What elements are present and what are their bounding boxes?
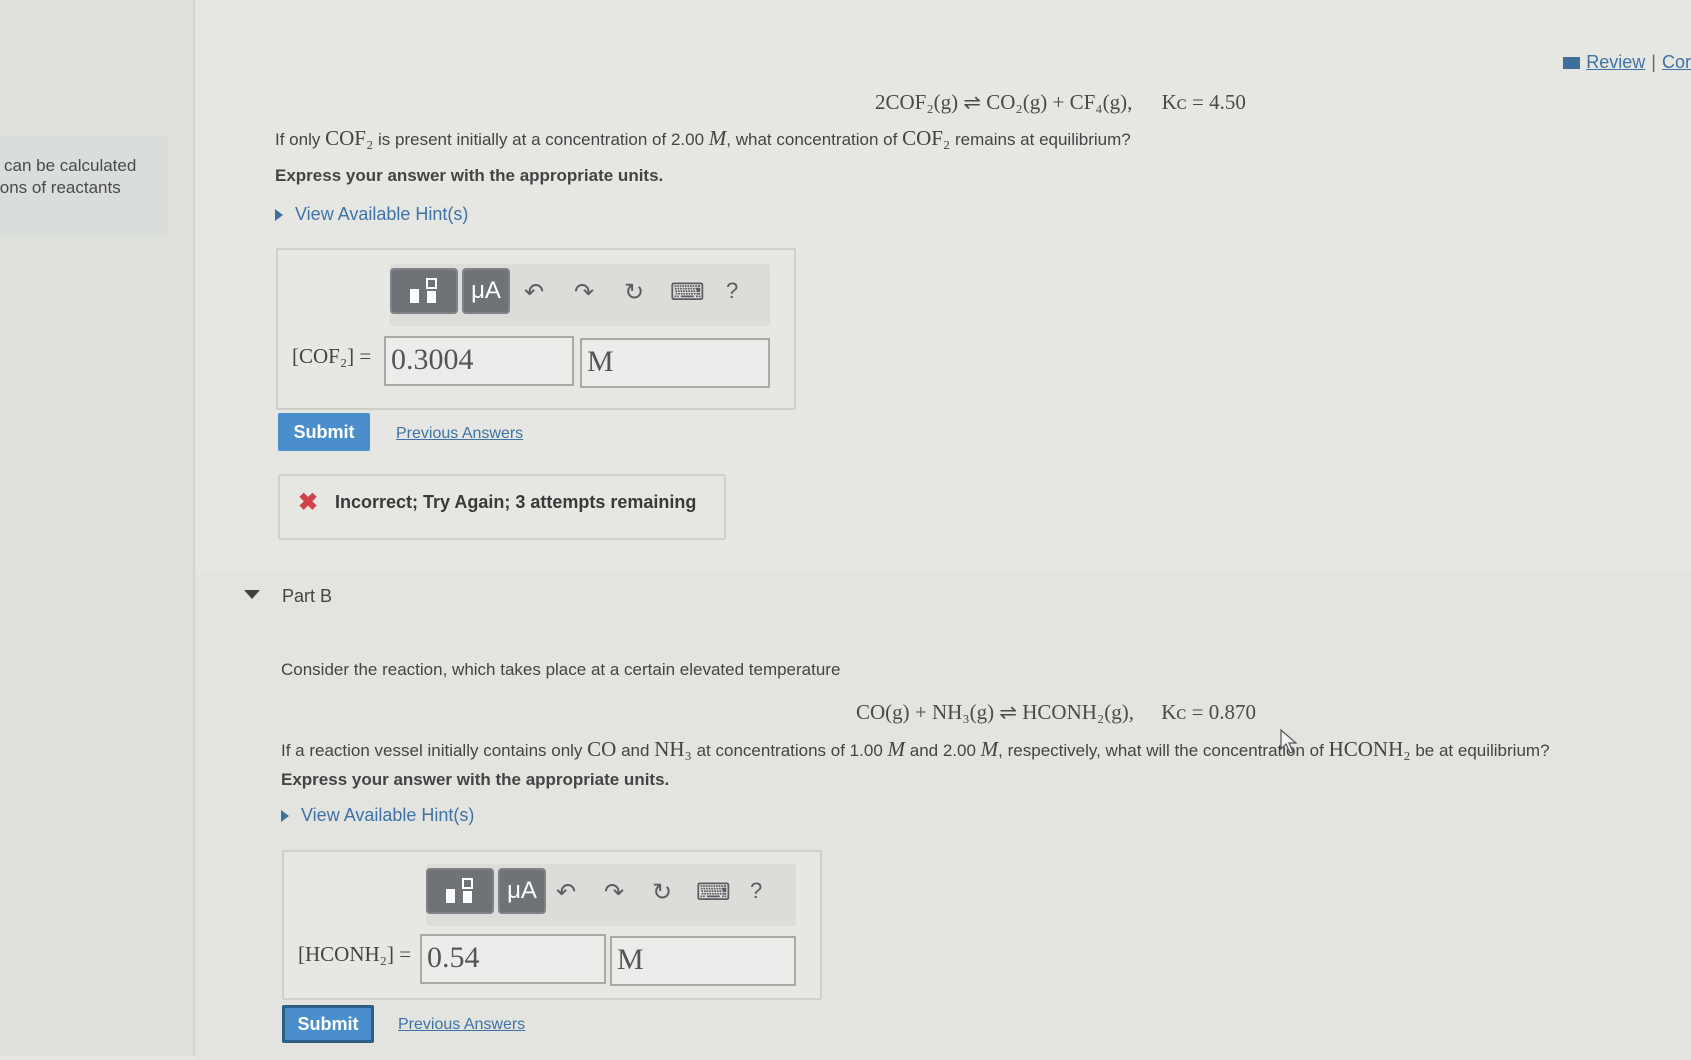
part-b-equation: CO(g) + NH₃(g) ⇌ HCONH₂(g), Kᴄ = 0.870 bbox=[856, 700, 1256, 725]
left-note-line2: ions of reactants bbox=[0, 178, 121, 197]
answer-unit-field[interactable]: M bbox=[610, 936, 796, 986]
templates-button[interactable] bbox=[390, 268, 458, 314]
review-link[interactable]: Review bbox=[1586, 52, 1645, 72]
mouse-cursor-icon bbox=[1280, 729, 1298, 754]
link-separator: | bbox=[1651, 52, 1656, 72]
templates-icon bbox=[410, 278, 437, 303]
kc-value: Kᴄ = 4.50 bbox=[1161, 90, 1246, 114]
part-a-question: If only COF₂ is present initially at a c… bbox=[275, 126, 1131, 151]
part-b-title[interactable]: Part B bbox=[282, 586, 332, 607]
answer-value-field[interactable]: 0.3004 bbox=[384, 336, 574, 386]
feedback-text: Incorrect; Try Again; 3 attempts remaini… bbox=[335, 492, 697, 512]
q-species: CO bbox=[587, 737, 617, 761]
chevron-down-icon[interactable] bbox=[244, 590, 260, 599]
q-text: If a reaction vessel initially contains … bbox=[281, 741, 583, 760]
part-b-instruction: Express your answer with the appropriate… bbox=[281, 770, 670, 789]
part-b-intro: Consider the reaction, which takes place… bbox=[281, 660, 841, 679]
units-icon: μA bbox=[507, 877, 537, 904]
q-text: and 2.00 bbox=[909, 741, 976, 760]
part-a-equation: 2COF₂(g) ⇌ CO₂(g) + CF₄(g), Kᴄ = 4.50 bbox=[875, 90, 1246, 115]
help-icon[interactable]: ? bbox=[750, 878, 762, 904]
equation-text: 2COF₂(g) ⇌ CO₂(g) + CF₄(g), bbox=[875, 90, 1133, 114]
part-a-feedback: ✖ Incorrect; Try Again; 3 attempts remai… bbox=[278, 474, 726, 540]
book-icon bbox=[1563, 57, 1581, 70]
part-b-answer-box: μA ↶ ↷ ↻ ⌨ ? [HCONH₂] = 0.54 M bbox=[282, 850, 822, 1000]
top-links: Review | Cor bbox=[1563, 52, 1691, 73]
part-b-question: If a reaction vessel initially contains … bbox=[281, 737, 1550, 762]
caret-right-icon bbox=[281, 810, 289, 823]
answer-label: [COF₂] = bbox=[292, 344, 372, 368]
hint-label: View Available Hint(s) bbox=[301, 805, 475, 825]
templates-button[interactable] bbox=[426, 868, 494, 914]
units-button[interactable]: μA bbox=[462, 268, 510, 314]
equation-text: CO(g) + NH₃(g) ⇌ HCONH₂(g), bbox=[856, 700, 1134, 724]
caret-right-icon bbox=[275, 209, 283, 222]
keyboard-icon[interactable]: ⌨ bbox=[696, 878, 731, 907]
part-b-submit-button[interactable]: Submit bbox=[282, 1005, 374, 1043]
q-unit: M bbox=[708, 126, 727, 150]
hint-label: View Available Hint(s) bbox=[295, 204, 469, 224]
math-toolbar: μA ↶ ↷ ↻ ⌨ ? bbox=[390, 264, 770, 326]
units-button[interactable]: μA bbox=[498, 868, 546, 914]
reset-icon[interactable]: ↻ bbox=[652, 878, 672, 907]
part-a-previous-answers-link[interactable]: Previous Answers bbox=[396, 425, 523, 443]
q-unit: M bbox=[980, 737, 999, 761]
kc-value: Kᴄ = 0.870 bbox=[1161, 700, 1257, 724]
q-text: remains at equilibrium? bbox=[954, 130, 1131, 149]
q-species: HCONH₂ bbox=[1328, 737, 1411, 761]
q-text: If only bbox=[275, 130, 321, 149]
part-a-answer-box: μA ↶ ↷ ↻ ⌨ ? [COF₂] = 0.3004 M bbox=[276, 248, 796, 410]
keyboard-icon[interactable]: ⌨ bbox=[670, 278, 705, 307]
q-unit: M bbox=[887, 737, 906, 761]
incorrect-x-icon: ✖ bbox=[298, 489, 319, 516]
answer-label: [HCONH₂] = bbox=[298, 942, 412, 966]
part-a-submit-button[interactable]: Submit bbox=[278, 413, 370, 451]
redo-icon[interactable]: ↷ bbox=[604, 878, 624, 907]
cor-link[interactable]: Cor bbox=[1662, 52, 1691, 72]
templates-icon bbox=[446, 878, 473, 903]
units-icon: μA bbox=[471, 277, 501, 304]
reset-icon[interactable]: ↻ bbox=[624, 278, 644, 307]
answer-value-field[interactable]: 0.54 bbox=[420, 934, 606, 984]
part-a-hint-toggle[interactable]: View Available Hint(s) bbox=[275, 204, 468, 225]
q-species: COF₂ bbox=[325, 126, 374, 150]
part-b-previous-answers-link[interactable]: Previous Answers bbox=[398, 1016, 525, 1034]
answer-unit-field[interactable]: M bbox=[580, 338, 770, 388]
undo-icon[interactable]: ↶ bbox=[556, 878, 576, 907]
q-text: and bbox=[621, 741, 650, 760]
redo-icon[interactable]: ↷ bbox=[574, 278, 594, 307]
q-text: at concentrations of 1.00 bbox=[696, 741, 883, 760]
undo-icon[interactable]: ↶ bbox=[524, 278, 544, 307]
left-note: can be calculated ions of reactants bbox=[0, 135, 168, 237]
math-toolbar: μA ↶ ↷ ↻ ⌨ ? bbox=[426, 864, 796, 926]
part-b-hint-toggle[interactable]: View Available Hint(s) bbox=[281, 805, 474, 826]
q-species: NH₃ bbox=[654, 737, 692, 761]
q-species: COF₂ bbox=[902, 126, 951, 150]
help-icon[interactable]: ? bbox=[726, 278, 738, 304]
left-note-line1: can be calculated bbox=[4, 156, 137, 175]
q-text: , what concentration of bbox=[726, 130, 898, 149]
q-text: , respectively, what will the concentrat… bbox=[998, 741, 1324, 760]
part-a-instruction: Express your answer with the appropriate… bbox=[275, 166, 664, 185]
q-text: is present initially at a concentration … bbox=[378, 130, 705, 149]
q-text: be at equilibrium? bbox=[1415, 741, 1550, 760]
